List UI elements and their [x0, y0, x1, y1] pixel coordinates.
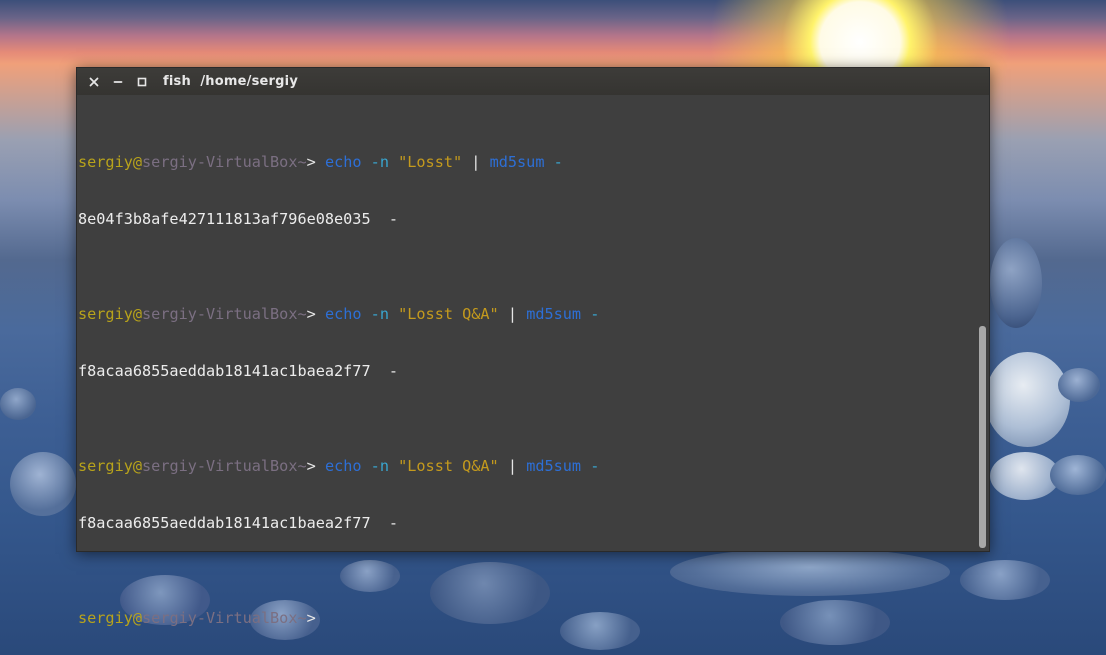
command-name: echo — [324, 153, 362, 171]
scrollbar-thumb[interactable] — [979, 326, 986, 548]
command-option: -n — [370, 305, 389, 323]
command-argument: "Losst Q&A" — [398, 457, 499, 475]
window-title: fish /home/sergiy — [163, 74, 298, 89]
pipe-symbol: | — [471, 153, 481, 171]
prompt-host: sergiy-VirtualBox — [142, 609, 298, 627]
pebble-decoration — [985, 352, 1070, 447]
command-argument: "Losst" — [398, 153, 463, 171]
prompt-symbol: > — [306, 609, 325, 627]
title-bar[interactable]: fish /home/sergiy — [77, 68, 989, 95]
prompt-at: @ — [132, 609, 143, 627]
minimize-button[interactable] — [111, 75, 125, 89]
prompt-host: sergiy-VirtualBox — [142, 457, 298, 475]
prompt-cwd: ~ — [297, 153, 307, 171]
prompt-at: @ — [132, 153, 143, 171]
pebble-decoration — [1058, 368, 1100, 402]
current-prompt-line[interactable]: sergiy@sergiy-VirtualBox~> — [78, 609, 989, 628]
command-name: md5sum — [489, 153, 545, 171]
prompt-symbol: > — [306, 305, 325, 323]
pebble-decoration — [0, 388, 36, 420]
command-output: 8e04f3b8afe427111813af796e08e035 - — [78, 210, 399, 228]
command-option: -n — [370, 457, 389, 475]
command-option: -n — [370, 153, 389, 171]
minimize-icon — [113, 80, 123, 83]
maximize-icon — [137, 77, 147, 86]
prompt-user: sergiy — [78, 609, 133, 627]
prompt-host: sergiy-VirtualBox — [142, 305, 298, 323]
command-argument: "Losst Q&A" — [398, 305, 499, 323]
command-option: - — [590, 305, 600, 323]
command-name: echo — [324, 457, 362, 475]
prompt-symbol: > — [306, 457, 325, 475]
prompt-host: sergiy-VirtualBox — [142, 153, 298, 171]
close-button[interactable] — [87, 75, 101, 89]
command-output: f8acaa6855aeddab18141ac1baea2f77 - — [78, 362, 399, 380]
prompt-cwd: ~ — [297, 305, 307, 323]
prompt-at: @ — [132, 305, 143, 323]
prompt-at: @ — [132, 457, 143, 475]
current-path: /home/sergiy — [200, 74, 299, 89]
prompt-cwd: ~ — [297, 609, 307, 627]
prompt-user: sergiy — [78, 305, 133, 323]
command-name: echo — [324, 305, 362, 323]
prompt-cwd: ~ — [297, 457, 307, 475]
prompt-line: sergiy@sergiy-VirtualBox~> echo -n "Loss… — [78, 305, 989, 324]
terminal-window[interactable]: fish /home/sergiy sergiy@sergiy-VirtualB… — [76, 67, 990, 627]
command-option: - — [590, 457, 600, 475]
pebble-decoration — [10, 452, 76, 516]
terminal-output-area[interactable]: sergiy@sergiy-VirtualBox~> echo -n "Loss… — [77, 95, 989, 627]
command-option: - — [553, 153, 563, 171]
prompt-symbol: > — [306, 153, 325, 171]
prompt-user: sergiy — [78, 153, 133, 171]
command-name: md5sum — [526, 305, 582, 323]
close-icon — [89, 77, 99, 86]
prompt-user: sergiy — [78, 457, 133, 475]
pipe-symbol: | — [507, 457, 518, 475]
pipe-symbol: | — [507, 305, 518, 323]
command-output: f8acaa6855aeddab18141ac1baea2f77 - — [78, 514, 399, 532]
prompt-line: sergiy@sergiy-VirtualBox~> echo -n "Loss… — [78, 153, 989, 172]
app-name: fish — [163, 74, 191, 89]
pebble-decoration — [1050, 455, 1106, 495]
prompt-line: sergiy@sergiy-VirtualBox~> echo -n "Loss… — [78, 457, 989, 476]
pebble-decoration — [990, 238, 1042, 328]
command-name: md5sum — [526, 457, 582, 475]
maximize-button[interactable] — [135, 75, 149, 89]
